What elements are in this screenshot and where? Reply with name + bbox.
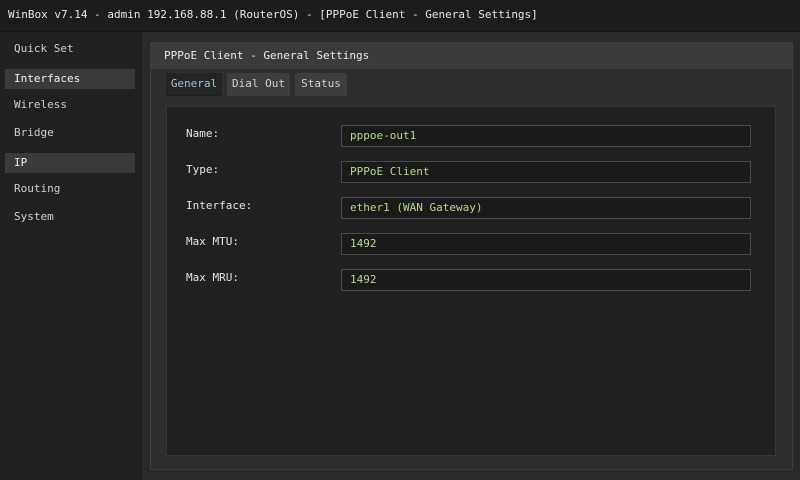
window-title-bar: WinBox v7.14 - admin 192.168.88.1 (Route… [0, 0, 800, 32]
type-field[interactable]: PPPoE Client [341, 161, 751, 183]
sidebar-item-bridge[interactable]: Bridge [5, 123, 135, 143]
max-mtu-label: Max MTU: [186, 235, 239, 248]
sidebar-item-ip[interactable]: IP [5, 153, 135, 173]
name-label: Name: [186, 127, 220, 140]
sidebar-item-quick-set[interactable]: Quick Set [5, 39, 135, 59]
tab-status[interactable]: Status [295, 73, 347, 96]
window-title: WinBox v7.14 - admin 192.168.88.1 (Route… [8, 8, 538, 21]
max-mru-label: Max MRU: [186, 271, 239, 284]
sidebar-item-wireless[interactable]: Wireless [5, 95, 135, 115]
max-mru-field[interactable]: 1492 [341, 269, 751, 291]
type-label: Type: [186, 163, 220, 176]
general-settings-panel: Name: pppoe-out1 Type: PPPoE Client Inte… [166, 106, 776, 456]
settings-window: PPPoE Client - General Settings General … [150, 42, 793, 470]
max-mtu-field[interactable]: 1492 [341, 233, 751, 255]
name-field[interactable]: pppoe-out1 [341, 125, 751, 147]
tab-general[interactable]: General [166, 73, 222, 96]
workspace: PPPoE Client - General Settings General … [142, 32, 800, 480]
sidebar-menu: Quick Set Interfaces Wireless Bridge IP … [0, 32, 142, 480]
settings-window-title: PPPoE Client - General Settings [164, 49, 370, 62]
interface-label: Interface: [186, 199, 253, 212]
tab-dial-out[interactable]: Dial Out [227, 73, 290, 96]
interface-field[interactable]: ether1 (WAN Gateway) [341, 197, 751, 219]
sidebar-item-routing[interactable]: Routing [5, 179, 135, 199]
sidebar-item-interfaces[interactable]: Interfaces [5, 69, 135, 89]
settings-window-header[interactable]: PPPoE Client - General Settings [151, 43, 792, 69]
sidebar-item-system[interactable]: System [5, 207, 135, 227]
